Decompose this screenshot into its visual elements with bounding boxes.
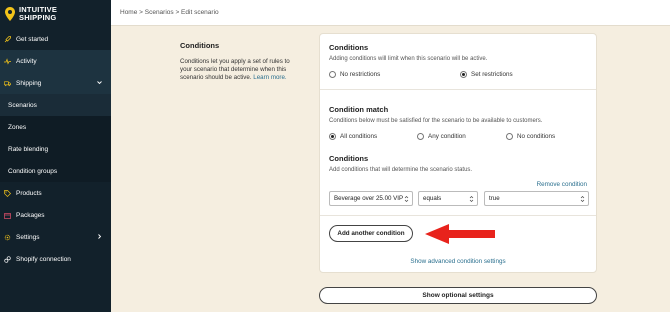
nav-label: Zones: [8, 123, 27, 131]
condition-field-select[interactable]: Beverage over 25.00 VIP: [329, 191, 413, 206]
remove-condition-link[interactable]: Remove condition: [537, 181, 587, 188]
chevron-down-icon: [97, 81, 102, 85]
divider: [320, 89, 596, 90]
nav-label: Condition groups: [8, 167, 58, 175]
intro-title: Conditions: [180, 41, 220, 50]
radio-button[interactable]: [506, 133, 513, 140]
sidebar-item-zones[interactable]: Zones: [0, 116, 111, 138]
annotation-arrow-icon: [425, 224, 495, 244]
restrictions-section: Conditions Adding conditions will limit …: [329, 43, 587, 62]
sidebar-item-scenarios[interactable]: Scenarios: [0, 94, 111, 116]
condition-match-title: Condition match: [329, 105, 389, 114]
radio-label: No restrictions: [340, 71, 381, 78]
condition-match-help: Conditions below must be satisfied for t…: [329, 118, 543, 124]
logo-line-2: SHIPPING: [19, 13, 57, 22]
nav-label: Get started: [16, 35, 49, 43]
radio-label: No conditions: [517, 133, 556, 140]
select-arrows-icon: [580, 196, 585, 202]
nav-packages[interactable]: Packages: [0, 204, 111, 226]
box-icon: [4, 212, 11, 219]
rules-section: Conditions Add conditions that will dete…: [329, 154, 587, 173]
radio-label: Any condition: [428, 133, 466, 140]
sidebar-item-condition-groups[interactable]: Condition groups: [0, 160, 111, 182]
radio-any-condition[interactable]: Any condition: [417, 133, 466, 140]
radio-label: Set restrictions: [471, 71, 513, 78]
gear-icon: [4, 234, 11, 241]
radio-button-selected[interactable]: [460, 71, 467, 78]
nav-label: Settings: [16, 233, 40, 241]
radio-set-restrictions[interactable]: Set restrictions: [460, 71, 513, 78]
select-value: equals: [423, 195, 442, 202]
logo[interactable]: INTUITIVE SHIPPING: [0, 0, 111, 28]
radio-no-restrictions[interactable]: No restrictions: [329, 71, 380, 78]
condition-match-section: Condition match Conditions below must be…: [329, 105, 587, 124]
learn-more-link[interactable]: Learn more.: [253, 74, 286, 81]
nav-label: Rate blending: [8, 145, 49, 153]
add-another-condition-button[interactable]: Add another condition: [329, 225, 413, 242]
nav-get-started[interactable]: Get started: [0, 28, 111, 50]
link-icon: [4, 255, 11, 263]
select-value: Beverage over 25.00 VIP: [334, 195, 404, 202]
nav-label: Activity: [16, 57, 37, 65]
nav-shipping[interactable]: Shipping: [0, 72, 111, 94]
nav-label: Shopify connection: [16, 255, 71, 263]
nav-activity[interactable]: Activity: [0, 50, 111, 72]
activity-icon: [4, 57, 11, 65]
breadcrumb: Home > Scenarios > Edit scenario: [111, 0, 670, 26]
divider: [320, 215, 596, 216]
radio-all-conditions[interactable]: All conditions: [329, 133, 377, 140]
rules-help: Add conditions that will determine the s…: [329, 167, 473, 173]
restrictions-title: Conditions: [329, 43, 369, 52]
sidebar: INTUITIVE SHIPPING Get started Activity …: [0, 0, 111, 312]
radio-button[interactable]: [417, 133, 424, 140]
location-pin-icon: [5, 7, 15, 21]
condition-operator-select[interactable]: equals: [418, 191, 478, 206]
select-arrows-icon: [404, 196, 409, 202]
select-value: true: [489, 195, 500, 202]
select-arrows-icon: [469, 196, 474, 202]
nav-label: Shipping: [16, 79, 42, 87]
show-optional-settings-button[interactable]: Show optional settings: [319, 287, 597, 304]
shipping-submenu: Scenarios Zones Rate blending Condition …: [0, 94, 111, 182]
nav-products[interactable]: Products: [0, 182, 111, 204]
truck-icon: [4, 80, 11, 87]
nav-shopify-connection[interactable]: Shopify connection: [0, 248, 111, 270]
conditions-intro: Conditions Conditions let you apply a se…: [180, 41, 300, 83]
rocket-icon: [4, 35, 11, 43]
nav-label: Packages: [16, 211, 45, 219]
restrictions-help: Adding conditions will limit when this s…: [329, 56, 488, 62]
rules-title: Conditions: [329, 154, 369, 163]
radio-button-selected[interactable]: [329, 133, 336, 140]
condition-value-select[interactable]: true: [484, 191, 589, 206]
radio-button[interactable]: [329, 71, 336, 78]
nav-settings[interactable]: Settings: [0, 226, 111, 248]
radio-no-conditions[interactable]: No conditions: [506, 133, 555, 140]
sidebar-item-rate-blending[interactable]: Rate blending: [0, 138, 111, 160]
breadcrumb-text[interactable]: Home > Scenarios > Edit scenario: [120, 9, 219, 16]
intro-body: Conditions let you apply a set of rules …: [180, 58, 300, 83]
radio-label: All conditions: [340, 133, 378, 140]
chevron-right-icon: [98, 234, 102, 239]
show-advanced-settings-link[interactable]: Show advanced condition settings: [320, 258, 596, 265]
nav-label: Scenarios: [8, 101, 37, 109]
nav-label: Products: [16, 189, 42, 197]
tag-icon: [4, 189, 11, 197]
